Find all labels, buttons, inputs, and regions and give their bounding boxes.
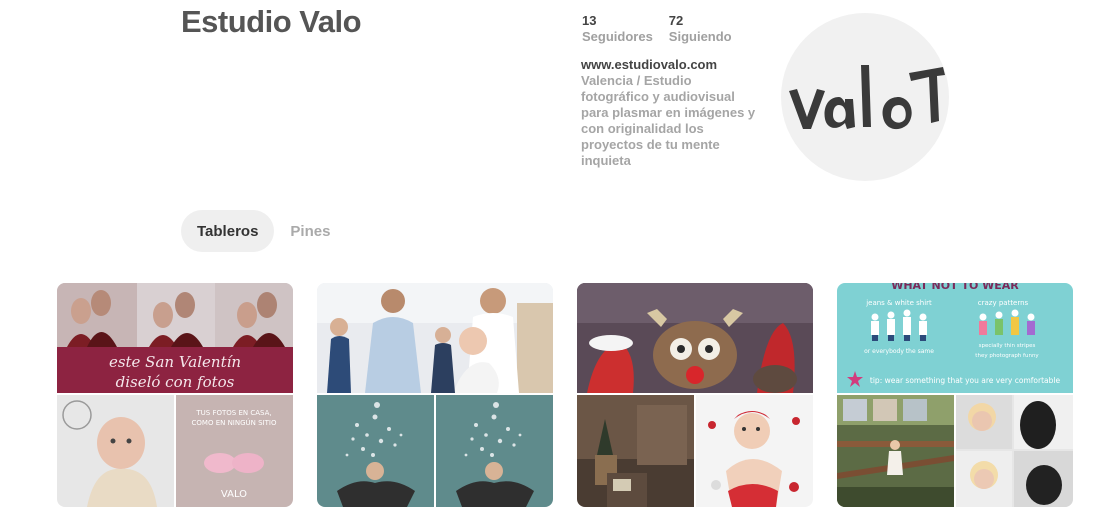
followers-count: 13 [582,13,597,28]
board-thumb-image [696,395,813,507]
tab-tableros[interactable]: Tableros [181,210,275,252]
profile-name: Estudio Valo [181,4,362,39]
following-stat[interactable]: 72 Siguiendo [669,13,732,45]
board-card[interactable] [317,283,553,507]
profile-stats: 13 Seguidores 72 Siguiendo [582,13,732,45]
bio-text: Valencia / Estudio fotográfico y audiovi… [581,73,756,168]
board-cover-image: WHAT NOT TO WEAR jeans & white shirt cra… [837,283,1073,393]
cover-caption-2: diseló con fotos [116,373,235,391]
tile-logo: VALO [221,489,247,500]
avatar [781,13,949,181]
board-thumb-image [57,395,174,507]
cover-title: WHAT NOT TO WEAR [891,283,1019,292]
board-cover-image [317,283,553,393]
website-link[interactable]: www.estudiovalo.com [581,57,756,73]
profile-bio: www.estudiovalo.com Valencia / Estudio f… [581,57,756,169]
tab-pines[interactable]: Pines [274,210,346,252]
cover-col2: crazy patterns [978,299,1029,307]
following-label: Siguiendo [668,29,732,44]
cover-caption-1: este San Valentín [109,353,241,371]
board-card[interactable] [577,283,813,507]
cover-note-1: or everybody the same [864,348,934,355]
board-thumb-image [837,395,954,507]
board-card[interactable]: WHAT NOT TO WEAR jeans & white shirt cra… [837,283,1073,507]
board-card[interactable]: este San Valentín diseló con fotos TUS F… [57,283,293,507]
following-count: 72 [668,13,684,28]
followers-label: Seguidores [582,29,653,44]
tile-caption-2: COMO EN NINGÚN SITIO [192,418,277,427]
cover-note-2: they photograph funny [975,353,1039,359]
cover-col1: jeans & white shirt [865,299,932,307]
board-thumb-image: TUS FOTOS EN CASA, COMO EN NINGÚN SITIO … [176,395,293,507]
board-thumb-image [956,395,1073,507]
board-cover-image: este San Valentín diseló con fotos [57,283,293,393]
profile-tabs: Tableros Pines [181,210,346,252]
cover-note-3: specially thin stripes [979,343,1036,349]
board-thumb-image [577,395,694,507]
board-thumb-image [317,395,434,507]
board-cover-image [577,283,813,393]
tile-caption-1: TUS FOTOS EN CASA, [195,409,271,417]
valo-logo [789,65,945,130]
board-thumb-image [436,395,553,507]
followers-stat[interactable]: 13 Seguidores [582,13,653,45]
cover-tip: tip: wear something that you are very co… [870,376,1061,385]
